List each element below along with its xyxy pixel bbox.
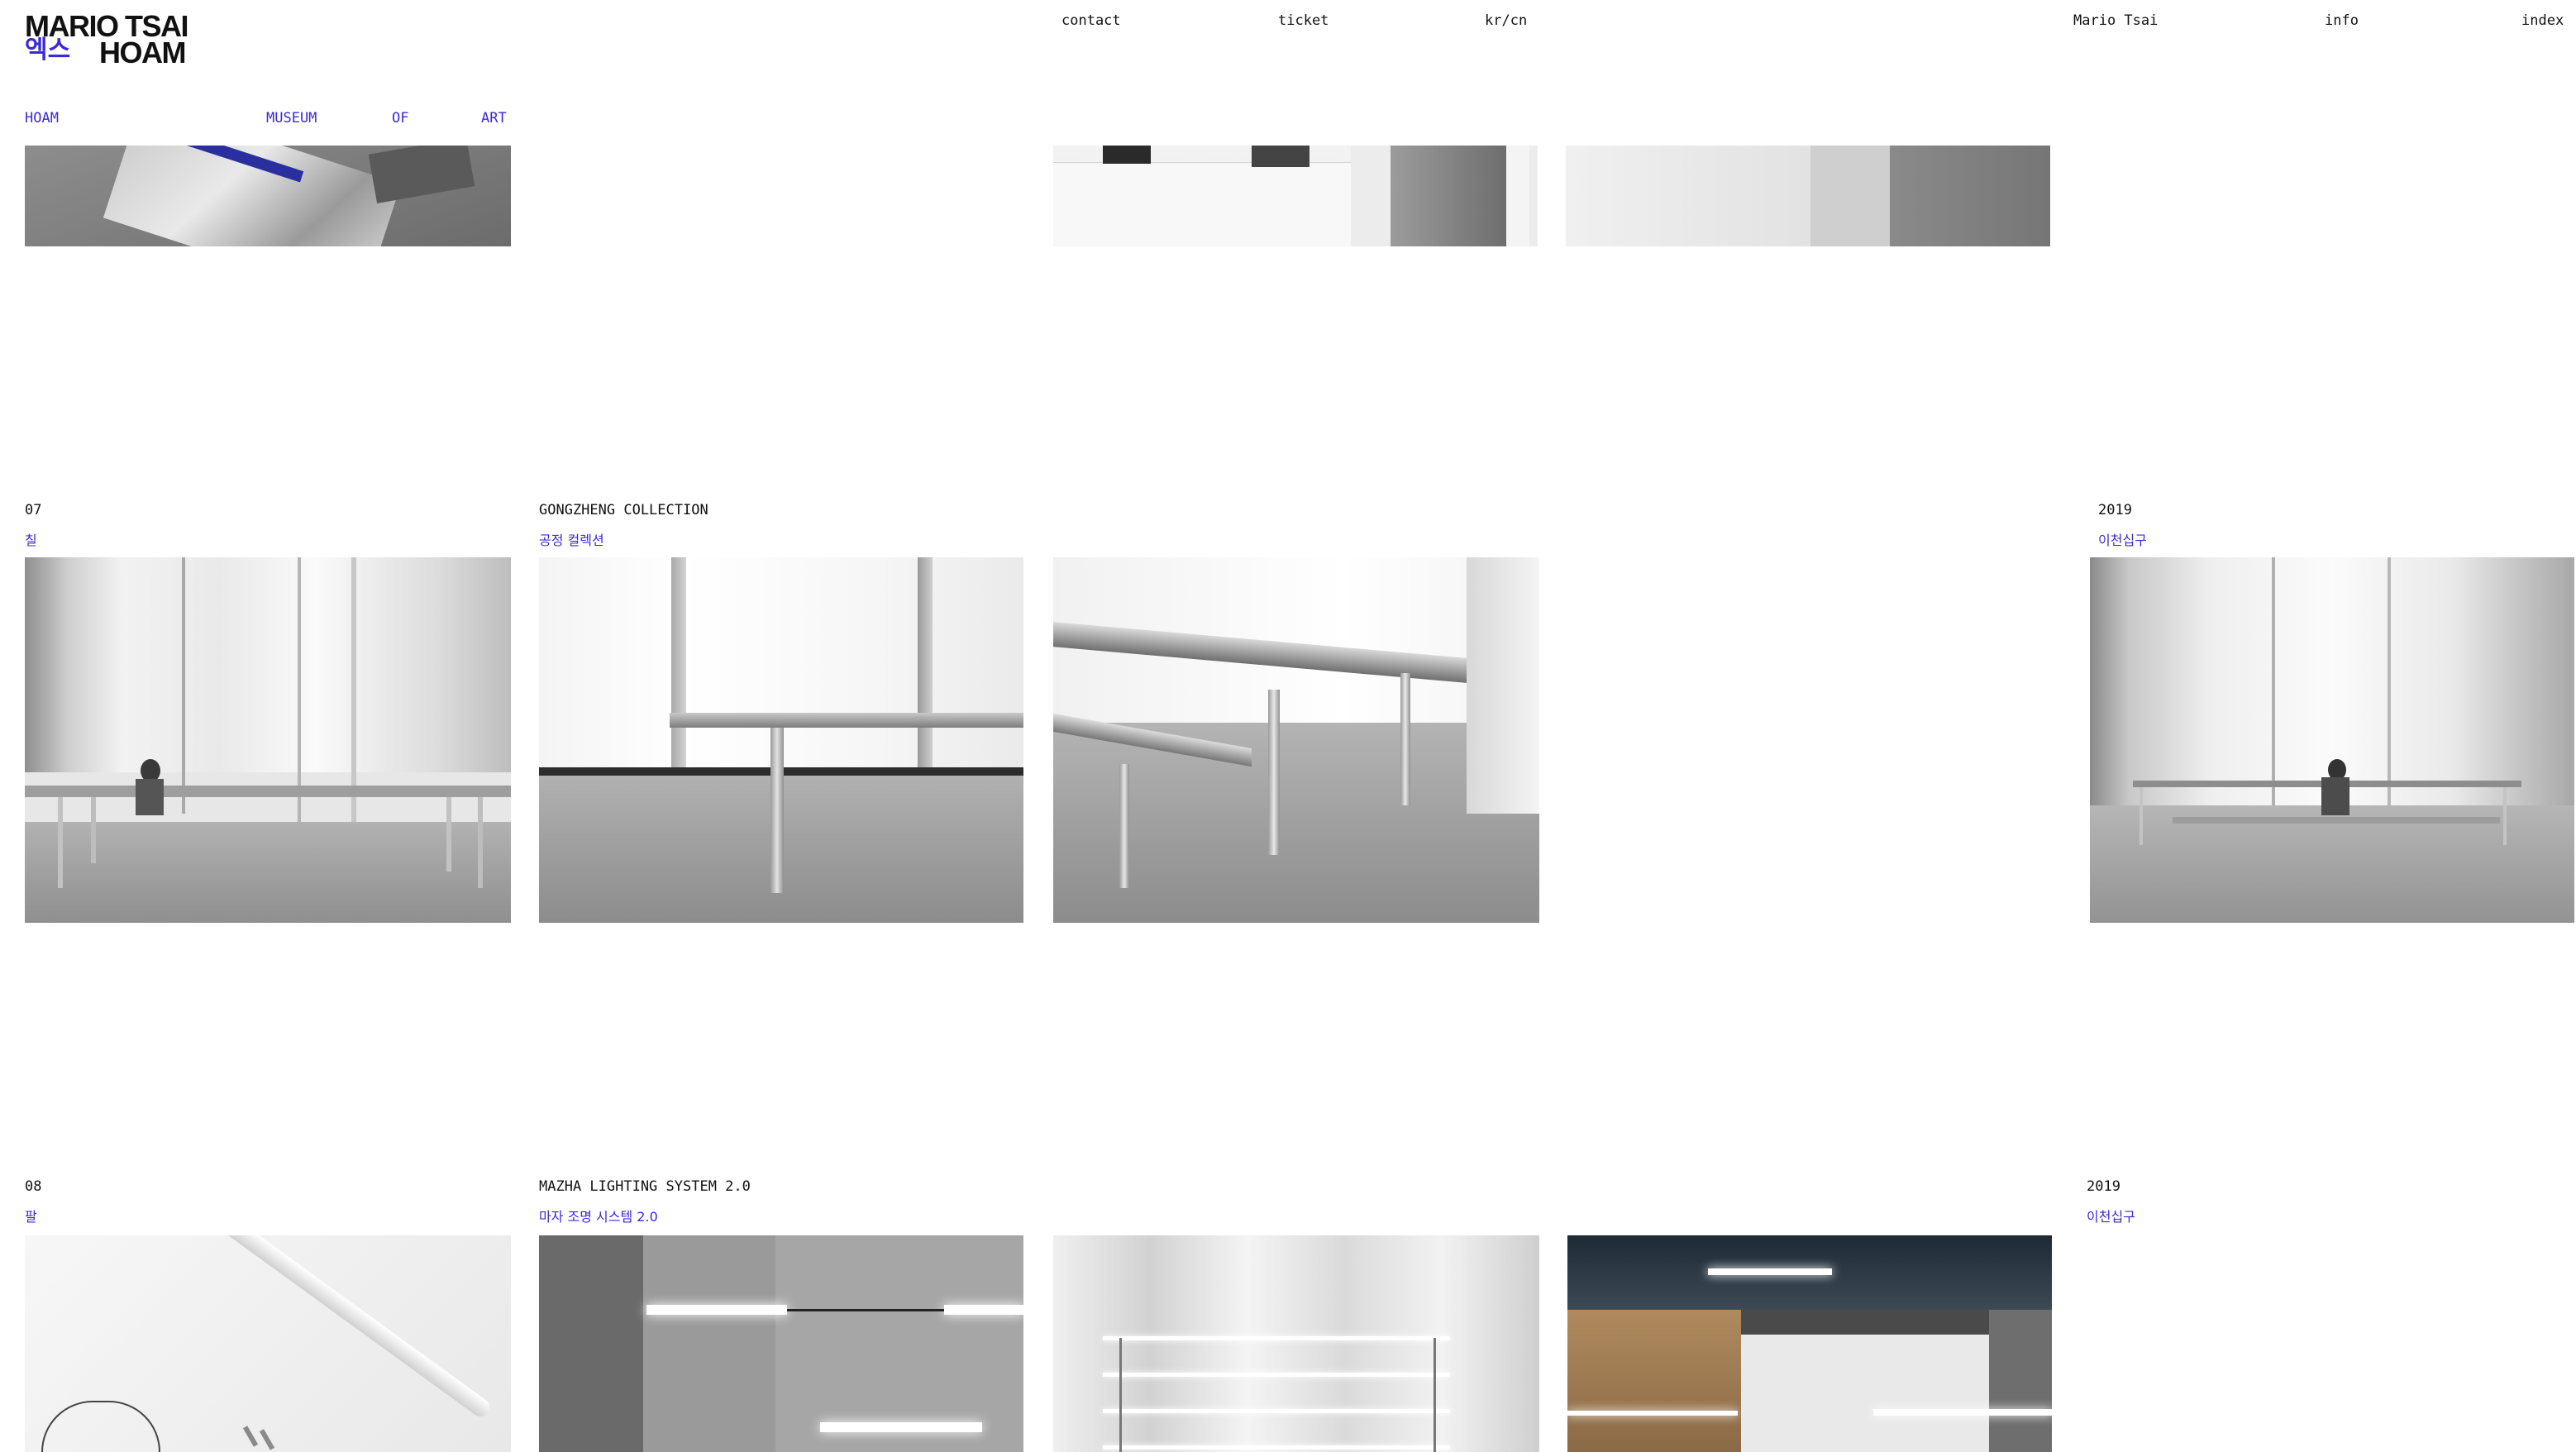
work-title[interactable]: MAZHA LIGHTING SYSTEM 2.0: [539, 1177, 751, 1196]
work-year-korean: 이천십구: [2087, 1209, 2135, 1225]
artwork-photo-table-bench[interactable]: [1053, 557, 1539, 923]
artwork-photo-lights-interior[interactable]: [1567, 1235, 2052, 1452]
artwork-photo-table-child[interactable]: [25, 557, 511, 923]
work-number-korean: 칠: [25, 533, 37, 548]
venue-hoam: HOAM: [25, 110, 59, 127]
nav-index[interactable]: index: [2521, 12, 2564, 30]
artwork-photo-room-1[interactable]: [1053, 146, 1538, 246]
site-logo[interactable]: MARIO TSAI 엑스 HOAM: [25, 12, 207, 68]
work-number: 07: [25, 502, 42, 518]
work-year: 2019: [2098, 502, 2132, 518]
language-switcher: kr/cn: [1485, 12, 1527, 30]
work-year: 2019: [2087, 1178, 2120, 1195]
work-title-korean: 마자 조명 시스템 2.0: [539, 1209, 658, 1225]
artwork-photo-table-leg[interactable]: [539, 557, 1023, 923]
lang-cn-link[interactable]: cn: [1510, 12, 1527, 29]
nav-info[interactable]: info: [2325, 12, 2359, 30]
work-number-korean: 팔: [25, 1209, 37, 1225]
logo-subtitle: HOAM: [99, 36, 187, 69]
venue-of: OF: [392, 110, 409, 127]
nav-contact[interactable]: contact: [1061, 12, 1121, 30]
lang-kr-link[interactable]: kr/: [1485, 12, 1510, 29]
work-year-korean: 이천십구: [2098, 533, 2147, 548]
logo-korean: 엑스: [25, 36, 71, 64]
artwork-photo-foil[interactable]: [25, 146, 511, 246]
artwork-photo-lights-wall[interactable]: [539, 1235, 1023, 1452]
artwork-photo-table-far[interactable]: [2090, 557, 2574, 923]
venue-art: ART: [481, 110, 507, 127]
artwork-photo-room-2[interactable]: [1566, 146, 2050, 246]
work-title[interactable]: GONGZHENG COLLECTION: [539, 501, 708, 519]
work-number: 08: [25, 1178, 42, 1195]
nav-ticket[interactable]: ticket: [1278, 12, 1329, 30]
artwork-photo-lights-grid[interactable]: [1053, 1235, 1539, 1452]
venue-museum: MUSEUM: [266, 110, 317, 127]
artwork-photo-tube[interactable]: [25, 1235, 511, 1452]
nav-artist[interactable]: Mario Tsai: [2073, 12, 2158, 30]
work-title-korean: 공정 컬렉션: [539, 533, 604, 548]
